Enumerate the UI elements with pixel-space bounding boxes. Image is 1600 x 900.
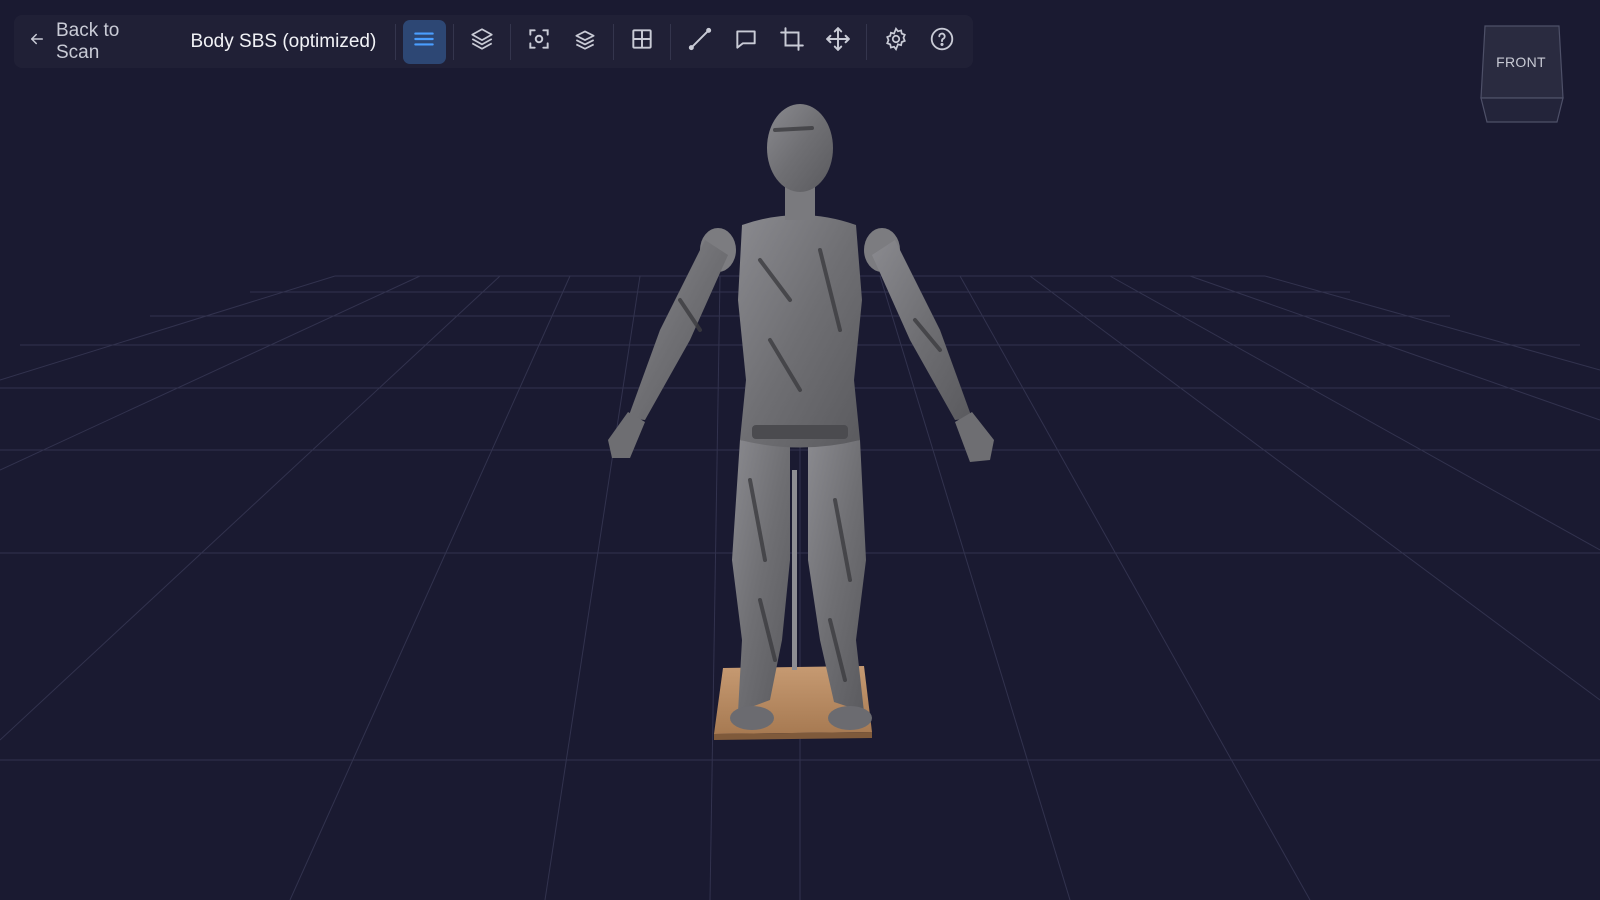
back-label: Back to Scan	[56, 19, 120, 63]
comment-icon	[733, 26, 759, 57]
focus-button[interactable]	[518, 20, 560, 64]
view-cube[interactable]: FRONT	[1479, 24, 1567, 124]
crop-button[interactable]	[771, 20, 813, 64]
measure-button[interactable]	[678, 20, 720, 64]
grid-icon	[629, 26, 655, 57]
divider	[670, 23, 672, 60]
comment-button[interactable]	[725, 20, 767, 64]
menu-button[interactable]	[403, 19, 446, 64]
help-button[interactable]	[921, 20, 963, 64]
help-icon	[929, 26, 955, 57]
focus-icon	[526, 26, 552, 57]
view-cube-face-label: FRONT	[1496, 54, 1546, 70]
stack-button[interactable]	[564, 20, 606, 64]
back-to-scan-button[interactable]: Back to Scan	[28, 19, 176, 63]
measure-icon	[687, 26, 713, 57]
settings-button[interactable]	[874, 20, 916, 64]
mannequin-model[interactable]	[0, 0, 1600, 900]
divider	[613, 23, 615, 60]
stack-icon	[572, 26, 598, 57]
menu-icon	[411, 26, 437, 57]
model-title: Body SBS (optimized)	[190, 30, 377, 52]
layers-button[interactable]	[460, 20, 502, 64]
divider	[395, 23, 397, 60]
view-cube-shape	[1480, 25, 1564, 123]
move-icon	[825, 26, 851, 57]
3d-viewport[interactable]	[0, 0, 1600, 900]
move-button[interactable]	[817, 20, 859, 64]
top-toolbar: Back to Scan Body SBS (optimized)	[14, 15, 973, 68]
grid-button[interactable]	[621, 20, 663, 64]
divider	[452, 23, 454, 60]
layers-icon	[469, 26, 495, 57]
divider	[509, 23, 511, 60]
settings-icon	[883, 26, 909, 57]
crop-icon	[779, 26, 805, 57]
arrow-left-icon	[28, 30, 46, 54]
divider	[866, 23, 868, 60]
